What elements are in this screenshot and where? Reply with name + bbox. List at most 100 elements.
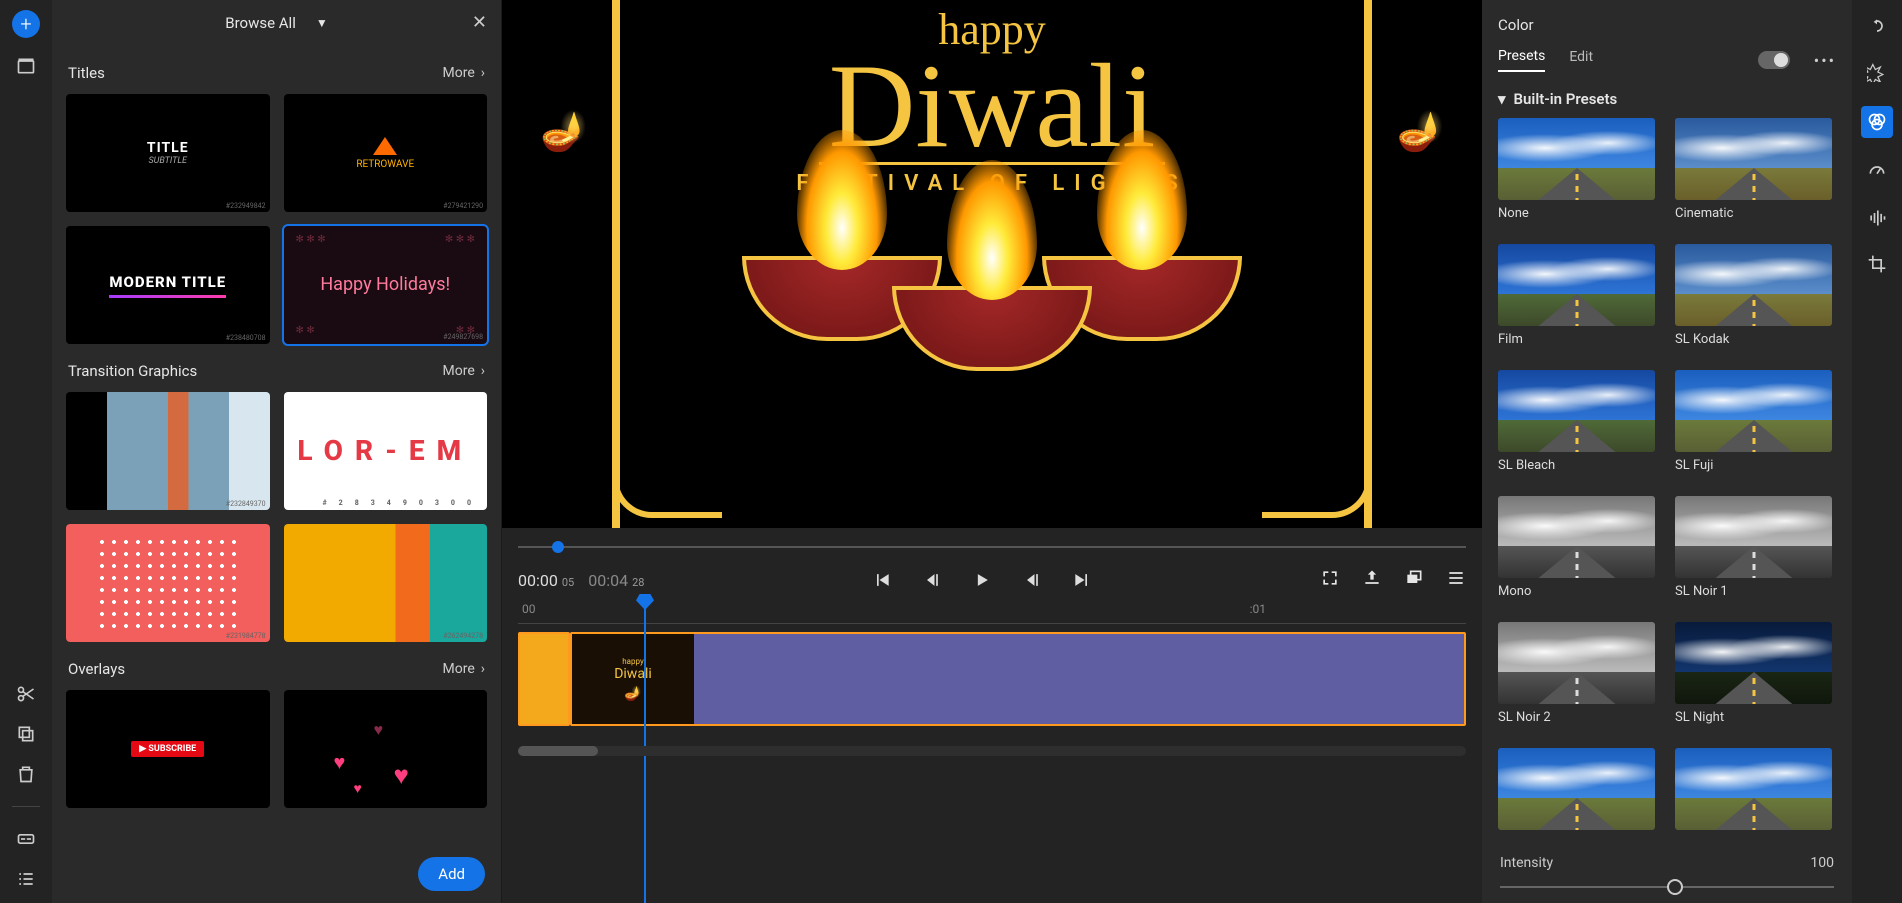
audio-icon[interactable] bbox=[1865, 206, 1889, 230]
builtin-presets-header[interactable]: ▾ Built-in Presets bbox=[1498, 90, 1836, 108]
crop-icon[interactable] bbox=[1865, 252, 1889, 276]
color-panel: Color Presets Edit ••• ▾ Built-in Preset… bbox=[1482, 0, 1852, 903]
preset-slnight[interactable]: SL Night bbox=[1675, 622, 1832, 734]
transport-bar: 00:00 05 00:04 28 bbox=[502, 560, 1482, 596]
clip-intro[interactable] bbox=[518, 632, 570, 726]
intensity-value: 100 bbox=[1810, 855, 1834, 871]
export-icon[interactable] bbox=[1362, 568, 1382, 592]
more-menu-icon[interactable]: ••• bbox=[1814, 51, 1836, 70]
section-title: Overlays bbox=[68, 660, 125, 678]
add-footer: Add bbox=[418, 857, 485, 891]
timeline-ruler[interactable]: 00 :01 bbox=[518, 596, 1466, 624]
trash-icon[interactable] bbox=[14, 762, 38, 786]
undo-icon[interactable] bbox=[1865, 14, 1889, 38]
video-track[interactable]: happy Diwali 🪔 bbox=[518, 632, 1466, 726]
preview-scrubber[interactable] bbox=[518, 534, 1466, 560]
intensity-label: Intensity bbox=[1500, 855, 1553, 871]
tab-edit[interactable]: Edit bbox=[1569, 49, 1593, 71]
heart-icon: ♥ bbox=[374, 720, 384, 740]
overlay-hearts[interactable]: ♥ ♥ ♥ ♥ bbox=[284, 690, 488, 808]
preview-content: 🪔 🪔 happy Diwali FESTIVAL OF LIGHTS bbox=[502, 0, 1482, 528]
intensity-slider[interactable] bbox=[1500, 877, 1834, 897]
duplicate-icon[interactable] bbox=[14, 722, 38, 746]
preset-slnoir2[interactable]: SL Noir 2 bbox=[1498, 622, 1655, 734]
diyas bbox=[767, 256, 1217, 341]
playhead[interactable] bbox=[644, 596, 646, 623]
preset-mono[interactable]: Mono bbox=[1498, 496, 1655, 608]
more-titles-link[interactable]: More› bbox=[443, 65, 485, 81]
transition-colorbars[interactable]: #262494278 bbox=[284, 524, 488, 642]
section-titles: Titles More› TITLE SUBTITLE #232949842 R… bbox=[66, 56, 487, 344]
clip-diwali[interactable]: happy Diwali 🪔 bbox=[570, 632, 1466, 726]
panel-title: Color bbox=[1498, 16, 1836, 34]
speed-icon[interactable] bbox=[1865, 160, 1889, 184]
transition-dots[interactable]: #231984778 bbox=[66, 524, 270, 642]
menu-icon[interactable] bbox=[1446, 568, 1466, 592]
title-template-modern[interactable]: MODERN TITLE #238480708 bbox=[66, 226, 270, 344]
preset-slkodak[interactable]: SL Kodak bbox=[1675, 244, 1832, 356]
scissors-icon[interactable] bbox=[14, 682, 38, 706]
browse-scroll-area[interactable]: Titles More› TITLE SUBTITLE #232949842 R… bbox=[52, 46, 501, 903]
slider-knob[interactable] bbox=[1667, 879, 1683, 895]
chevron-down-icon: ▾ bbox=[1498, 90, 1506, 108]
timeline: 00 :01 happy Diwali 🪔 bbox=[502, 596, 1482, 903]
title-template-retrowave[interactable]: RETROWAVE #279421290 bbox=[284, 94, 488, 212]
chevron-right-icon: › bbox=[481, 661, 485, 677]
step-back-button[interactable] bbox=[920, 568, 944, 592]
chevron-right-icon: › bbox=[481, 65, 485, 81]
heart-icon: ♥ bbox=[354, 780, 362, 797]
section-overlays: Overlays More› ▶ SUBSCRIBE ♥ ♥ ♥ ♥ bbox=[66, 652, 487, 808]
left-tool-rail: + bbox=[0, 0, 52, 903]
browse-dropdown[interactable]: Browse All ▼ bbox=[225, 14, 328, 32]
more-overlays-link[interactable]: More› bbox=[443, 661, 485, 677]
preset-slnoir1[interactable]: SL Noir 1 bbox=[1675, 496, 1832, 608]
heart-icon: ♥ bbox=[394, 760, 409, 791]
video-preview[interactable]: 🪔 🪔 happy Diwali FESTIVAL OF LIGHTS bbox=[502, 0, 1482, 528]
clip-thumbnail: happy Diwali 🪔 bbox=[572, 634, 694, 724]
tab-presets[interactable]: Presets bbox=[1498, 48, 1545, 72]
overlay-subscribe[interactable]: ▶ SUBSCRIBE bbox=[66, 690, 270, 808]
project-assets-icon[interactable] bbox=[14, 54, 38, 78]
list-icon[interactable] bbox=[14, 867, 38, 891]
section-transitions: Transition Graphics More› #232849370 LOR… bbox=[66, 354, 487, 642]
preset-film[interactable]: Film bbox=[1498, 244, 1655, 356]
preset-extra1[interactable] bbox=[1498, 748, 1655, 839]
browse-header: Browse All ▼ ✕ bbox=[52, 0, 501, 46]
preset-none[interactable]: None bbox=[1498, 118, 1655, 230]
triangle-icon bbox=[373, 137, 397, 155]
preset-slbleach[interactable]: SL Bleach bbox=[1498, 370, 1655, 482]
play-button[interactable] bbox=[970, 568, 994, 592]
title-template-basic[interactable]: TITLE SUBTITLE #232949842 bbox=[66, 94, 270, 212]
effects-icon[interactable] bbox=[1865, 60, 1889, 84]
center-area: 🪔 🪔 happy Diwali FESTIVAL OF LIGHTS 00:0… bbox=[502, 0, 1482, 903]
title-template-holidays[interactable]: ✻ ✻ ✻ ✻ ✻ ✻ Happy Holidays! ✻ ✻ ✻ ✻ #249… bbox=[284, 226, 488, 344]
intensity-control: Intensity 100 bbox=[1498, 845, 1836, 903]
preset-extra2[interactable] bbox=[1675, 748, 1832, 839]
preset-cinematic[interactable]: Cinematic bbox=[1675, 118, 1832, 230]
scrollbar-handle[interactable] bbox=[518, 746, 598, 756]
preset-slfuji[interactable]: SL Fuji bbox=[1675, 370, 1832, 482]
goto-start-button[interactable] bbox=[870, 568, 894, 592]
transition-lorem[interactable]: LOR-EM#283490300 bbox=[284, 392, 488, 510]
scrubber-handle[interactable] bbox=[552, 541, 564, 553]
goto-end-button[interactable] bbox=[1070, 568, 1094, 592]
browse-title-label: Browse All bbox=[225, 14, 296, 32]
transition-arrows[interactable]: #232849370 bbox=[66, 392, 270, 510]
color-toggle[interactable] bbox=[1758, 51, 1790, 69]
fullscreen-icon[interactable] bbox=[1320, 568, 1340, 592]
lamp-icon: 🪔 bbox=[540, 110, 587, 154]
lamp-icon: 🪔 bbox=[1397, 110, 1444, 154]
timeline-scrollbar[interactable] bbox=[518, 746, 1466, 756]
chevron-right-icon: › bbox=[481, 363, 485, 379]
step-forward-button[interactable] bbox=[1020, 568, 1044, 592]
preset-grid[interactable]: None Cinematic Film SL Kodak SL Bleach S… bbox=[1498, 118, 1836, 845]
add-button[interactable]: Add bbox=[418, 857, 485, 891]
caption-icon[interactable] bbox=[14, 827, 38, 851]
heart-icon: ♥ bbox=[334, 750, 346, 775]
browse-panel: Browse All ▼ ✕ Titles More› TITLE SUBTIT… bbox=[52, 0, 502, 903]
color-icon[interactable] bbox=[1861, 106, 1893, 138]
close-icon[interactable]: ✕ bbox=[472, 12, 487, 33]
more-transitions-link[interactable]: More› bbox=[443, 363, 485, 379]
add-media-button[interactable]: + bbox=[12, 10, 40, 38]
snapshot-icon[interactable] bbox=[1404, 568, 1424, 592]
